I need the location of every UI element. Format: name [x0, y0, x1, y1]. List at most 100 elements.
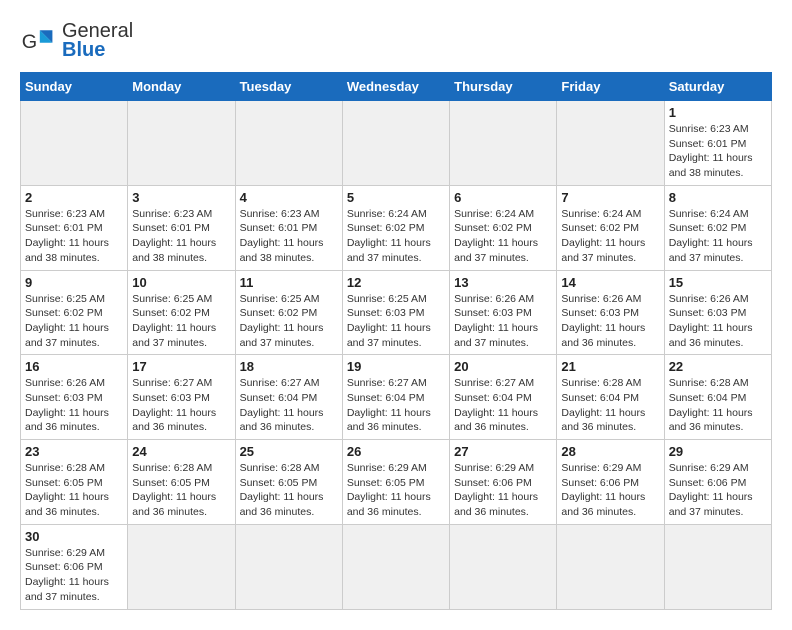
day-cell: 28 Sunrise: 6:29 AM Sunset: 6:06 PM Dayli…	[557, 440, 664, 525]
day-info: Sunrise: 6:23 AM Sunset: 6:01 PM Dayligh…	[240, 207, 338, 266]
day-number: 10	[132, 275, 230, 290]
page-header: G General Blue	[20, 20, 772, 62]
logo-icon: G	[20, 23, 56, 59]
day-info: Sunrise: 6:23 AM Sunset: 6:01 PM Dayligh…	[132, 207, 230, 266]
day-cell: 20 Sunrise: 6:27 AM Sunset: 6:04 PM Dayli…	[450, 355, 557, 440]
day-number: 15	[669, 275, 767, 290]
day-cell	[128, 101, 235, 186]
day-number: 1	[669, 105, 767, 120]
day-cell	[128, 524, 235, 609]
weekday-header-monday: Monday	[128, 73, 235, 101]
weekday-header-row: SundayMondayTuesdayWednesdayThursdayFrid…	[21, 73, 772, 101]
day-info: Sunrise: 6:24 AM Sunset: 6:02 PM Dayligh…	[561, 207, 659, 266]
day-number: 27	[454, 444, 552, 459]
day-info: Sunrise: 6:27 AM Sunset: 6:04 PM Dayligh…	[240, 376, 338, 435]
day-cell	[342, 101, 449, 186]
day-cell: 10Sunrise: 6:25 AM Sunset: 6:02 PM Dayli…	[128, 270, 235, 355]
day-info: Sunrise: 6:29 AM Sunset: 6:05 PM Dayligh…	[347, 461, 445, 520]
day-info: Sunrise: 6:27 AM Sunset: 6:04 PM Dayligh…	[454, 376, 552, 435]
day-cell: 22 Sunrise: 6:28 AM Sunset: 6:04 PM Dayli…	[664, 355, 771, 440]
weekday-header-wednesday: Wednesday	[342, 73, 449, 101]
day-number: 9	[25, 275, 123, 290]
week-row-3: 9 Sunrise: 6:25 AM Sunset: 6:02 PM Daylig…	[21, 270, 772, 355]
day-cell: 27 Sunrise: 6:29 AM Sunset: 6:06 PM Dayli…	[450, 440, 557, 525]
day-number: 23	[25, 444, 123, 459]
day-number: 22	[669, 359, 767, 374]
week-row-5: 23 Sunrise: 6:28 AM Sunset: 6:05 PM Dayli…	[21, 440, 772, 525]
weekday-header-saturday: Saturday	[664, 73, 771, 101]
day-info: Sunrise: 6:27 AM Sunset: 6:03 PM Dayligh…	[132, 376, 230, 435]
day-info: Sunrise: 6:24 AM Sunset: 6:02 PM Dayligh…	[454, 207, 552, 266]
logo: G General Blue	[20, 20, 133, 62]
day-info: Sunrise: 6:29 AM Sunset: 6:06 PM Dayligh…	[454, 461, 552, 520]
day-cell: 5 Sunrise: 6:24 AM Sunset: 6:02 PM Daylig…	[342, 185, 449, 270]
day-cell: 13Sunrise: 6:26 AM Sunset: 6:03 PM Dayli…	[450, 270, 557, 355]
day-cell: 7 Sunrise: 6:24 AM Sunset: 6:02 PM Daylig…	[557, 185, 664, 270]
day-info: Sunrise: 6:28 AM Sunset: 6:04 PM Dayligh…	[669, 376, 767, 435]
day-number: 8	[669, 190, 767, 205]
day-number: 6	[454, 190, 552, 205]
day-cell: 14Sunrise: 6:26 AM Sunset: 6:03 PM Dayli…	[557, 270, 664, 355]
day-number: 20	[454, 359, 552, 374]
week-row-2: 2 Sunrise: 6:23 AM Sunset: 6:01 PM Daylig…	[21, 185, 772, 270]
day-cell	[557, 524, 664, 609]
day-cell	[235, 101, 342, 186]
day-info: Sunrise: 6:25 AM Sunset: 6:02 PM Dayligh…	[240, 292, 338, 351]
calendar-table: SundayMondayTuesdayWednesdayThursdayFrid…	[20, 72, 772, 610]
week-row-1: 1 Sunrise: 6:23 AM Sunset: 6:01 PM Daylig…	[21, 101, 772, 186]
day-number: 11	[240, 275, 338, 290]
day-number: 5	[347, 190, 445, 205]
day-info: Sunrise: 6:25 AM Sunset: 6:03 PM Dayligh…	[347, 292, 445, 351]
day-info: Sunrise: 6:24 AM Sunset: 6:02 PM Dayligh…	[347, 207, 445, 266]
day-info: Sunrise: 6:29 AM Sunset: 6:06 PM Dayligh…	[25, 546, 123, 605]
day-cell: 23Sunrise: 6:28 AM Sunset: 6:05 PM Dayli…	[21, 440, 128, 525]
day-cell: 19 Sunrise: 6:27 AM Sunset: 6:04 PM Dayli…	[342, 355, 449, 440]
day-cell: 25Sunrise: 6:28 AM Sunset: 6:05 PM Dayli…	[235, 440, 342, 525]
day-cell: 26Sunrise: 6:29 AM Sunset: 6:05 PM Dayli…	[342, 440, 449, 525]
day-number: 4	[240, 190, 338, 205]
day-number: 2	[25, 190, 123, 205]
logo-text: General Blue	[62, 20, 133, 62]
day-number: 3	[132, 190, 230, 205]
day-cell: 11 Sunrise: 6:25 AM Sunset: 6:02 PM Dayli…	[235, 270, 342, 355]
day-info: Sunrise: 6:28 AM Sunset: 6:05 PM Dayligh…	[240, 461, 338, 520]
day-number: 30	[25, 529, 123, 544]
day-info: Sunrise: 6:25 AM Sunset: 6:02 PM Dayligh…	[25, 292, 123, 351]
day-number: 7	[561, 190, 659, 205]
day-number: 12	[347, 275, 445, 290]
day-number: 21	[561, 359, 659, 374]
day-cell: 6 Sunrise: 6:24 AM Sunset: 6:02 PM Daylig…	[450, 185, 557, 270]
day-cell: 18 Sunrise: 6:27 AM Sunset: 6:04 PM Dayli…	[235, 355, 342, 440]
day-cell	[235, 524, 342, 609]
day-info: Sunrise: 6:26 AM Sunset: 6:03 PM Dayligh…	[454, 292, 552, 351]
day-number: 19	[347, 359, 445, 374]
day-number: 14	[561, 275, 659, 290]
day-info: Sunrise: 6:27 AM Sunset: 6:04 PM Dayligh…	[347, 376, 445, 435]
day-info: Sunrise: 6:29 AM Sunset: 6:06 PM Dayligh…	[669, 461, 767, 520]
day-cell: 16Sunrise: 6:26 AM Sunset: 6:03 PM Dayli…	[21, 355, 128, 440]
day-number: 17	[132, 359, 230, 374]
day-info: Sunrise: 6:29 AM Sunset: 6:06 PM Dayligh…	[561, 461, 659, 520]
weekday-header-sunday: Sunday	[21, 73, 128, 101]
week-row-4: 16Sunrise: 6:26 AM Sunset: 6:03 PM Dayli…	[21, 355, 772, 440]
day-cell: 8Sunrise: 6:24 AM Sunset: 6:02 PM Daylig…	[664, 185, 771, 270]
day-cell: 29Sunrise: 6:29 AM Sunset: 6:06 PM Dayli…	[664, 440, 771, 525]
day-info: Sunrise: 6:26 AM Sunset: 6:03 PM Dayligh…	[669, 292, 767, 351]
day-info: Sunrise: 6:26 AM Sunset: 6:03 PM Dayligh…	[25, 376, 123, 435]
day-cell	[557, 101, 664, 186]
day-cell: 15 Sunrise: 6:26 AM Sunset: 6:03 PM Dayli…	[664, 270, 771, 355]
day-cell: 9 Sunrise: 6:25 AM Sunset: 6:02 PM Daylig…	[21, 270, 128, 355]
day-cell: 17 Sunrise: 6:27 AM Sunset: 6:03 PM Dayli…	[128, 355, 235, 440]
day-cell: 3 Sunrise: 6:23 AM Sunset: 6:01 PM Daylig…	[128, 185, 235, 270]
day-info: Sunrise: 6:28 AM Sunset: 6:05 PM Dayligh…	[132, 461, 230, 520]
weekday-header-tuesday: Tuesday	[235, 73, 342, 101]
day-info: Sunrise: 6:23 AM Sunset: 6:01 PM Dayligh…	[669, 122, 767, 181]
day-cell	[450, 101, 557, 186]
day-cell: 24Sunrise: 6:28 AM Sunset: 6:05 PM Dayli…	[128, 440, 235, 525]
day-cell: 4 Sunrise: 6:23 AM Sunset: 6:01 PM Daylig…	[235, 185, 342, 270]
day-cell: 2Sunrise: 6:23 AM Sunset: 6:01 PM Daylig…	[21, 185, 128, 270]
day-info: Sunrise: 6:28 AM Sunset: 6:04 PM Dayligh…	[561, 376, 659, 435]
day-number: 28	[561, 444, 659, 459]
weekday-header-thursday: Thursday	[450, 73, 557, 101]
day-number: 18	[240, 359, 338, 374]
